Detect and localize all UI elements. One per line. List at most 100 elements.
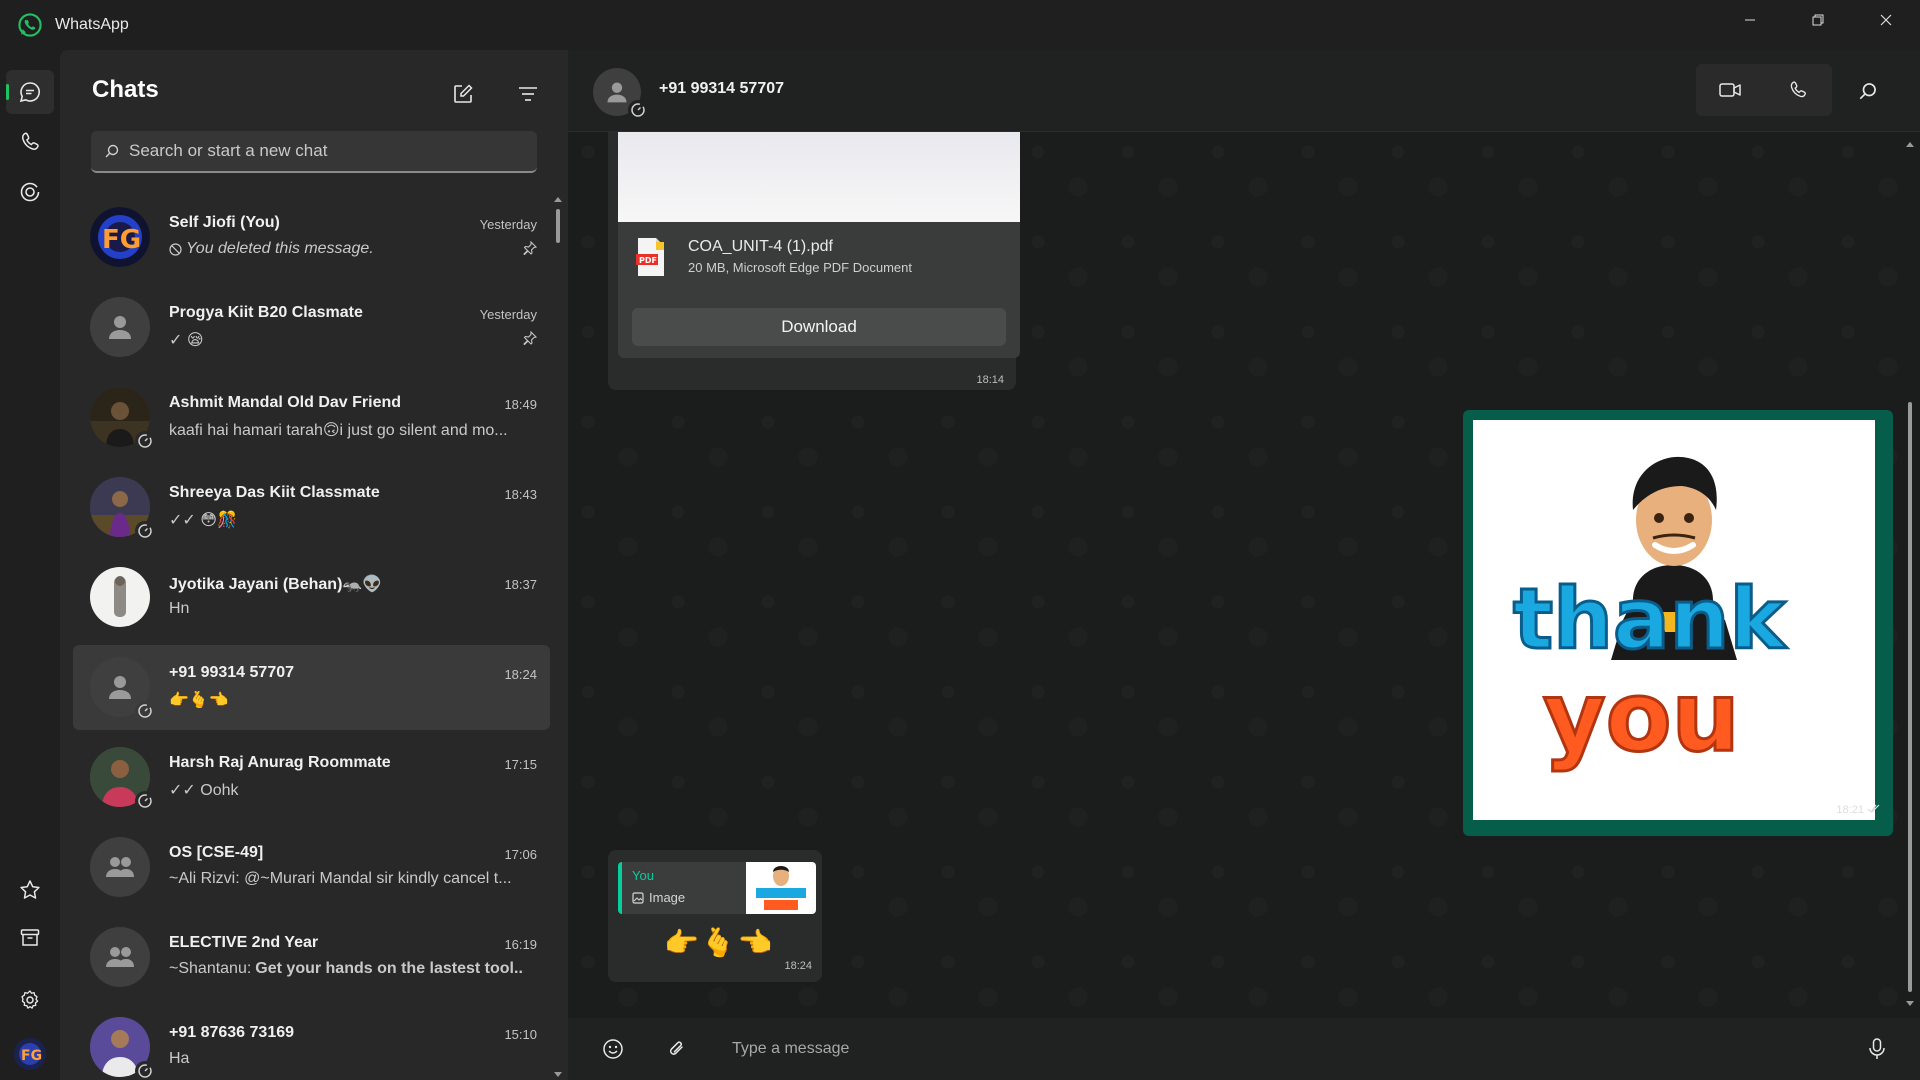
chat-item[interactable]: OS [CSE-49] 17:06 ~Ali Rizvi: @~Murari M… bbox=[73, 825, 550, 910]
chat-preview: ~Ali Rizvi: @~Murari Mandal sir kindly c… bbox=[169, 870, 512, 887]
profile-picture-icon: FG bbox=[14, 1038, 46, 1070]
whatsapp-window: WhatsApp FG Chats Search or start a new … bbox=[0, 0, 1920, 1080]
status-indicator bbox=[135, 431, 155, 451]
scroll-thumb[interactable] bbox=[556, 209, 560, 243]
document-filename: COA_UNIT-4 (1).pdf bbox=[688, 238, 833, 255]
chat-time: 16:19 bbox=[504, 937, 537, 952]
video-call-button[interactable] bbox=[1696, 64, 1764, 116]
close-icon bbox=[1880, 14, 1892, 26]
chat-item[interactable]: +91 87636 73169 15:10 Ha bbox=[73, 1005, 550, 1080]
chat-preview: Hn bbox=[169, 600, 190, 617]
chats-icon bbox=[19, 82, 40, 103]
search-in-chat-button[interactable] bbox=[1850, 73, 1886, 109]
scroll-thumb[interactable] bbox=[1908, 402, 1912, 992]
status-ring-icon bbox=[138, 794, 152, 808]
chat-name: OS [CSE-49] bbox=[169, 844, 264, 861]
window-controls bbox=[1716, 0, 1920, 40]
message-time: 18:21 bbox=[1836, 804, 1881, 816]
scroll-down-icon bbox=[1906, 1001, 1914, 1006]
document-card[interactable]: PDF COA_UNIT-4 (1).pdf 20 MB, Microsoft … bbox=[618, 222, 1020, 358]
chat-item-selected[interactable]: +91 99314 57707 18:24 👉🫰👈 bbox=[73, 645, 550, 730]
chat-item[interactable]: FG Self Jiofi (You) Yesterday You delete… bbox=[73, 195, 550, 280]
chat-time: 17:06 bbox=[504, 847, 537, 862]
chat-time: Yesterday bbox=[479, 217, 537, 232]
filter-icon bbox=[519, 87, 537, 101]
chat-name: +91 99314 57707 bbox=[169, 664, 295, 681]
chat-preview: ~Shantanu: Get your hands on the lastest… bbox=[169, 960, 524, 977]
contact-name[interactable]: +91 99314 57707 bbox=[659, 80, 784, 98]
chat-time: 18:37 bbox=[504, 577, 537, 592]
chat-item[interactable]: Progya Kiit B20 Clasmate Yesterday ✓ 😪 bbox=[73, 285, 550, 370]
conversation-scrollbar[interactable] bbox=[1904, 140, 1916, 1010]
chat-name: +91 87636 73169 bbox=[169, 1024, 295, 1041]
svg-text:FG: FG bbox=[102, 225, 141, 255]
rail-chats-button[interactable] bbox=[6, 70, 54, 114]
chat-name: Shreeya Das Kiit Classmate bbox=[169, 484, 380, 501]
rail-starred-button[interactable] bbox=[6, 868, 54, 912]
status-indicator bbox=[135, 1061, 155, 1080]
document-preview-image[interactable] bbox=[618, 132, 1020, 222]
message-input[interactable]: Type a message bbox=[732, 1034, 1782, 1064]
quoted-message[interactable]: You Image bbox=[618, 862, 816, 914]
status-ring-icon bbox=[631, 103, 645, 117]
app-title: WhatsApp bbox=[55, 16, 129, 33]
chat-list-scrollbar[interactable] bbox=[553, 195, 563, 1080]
default-user-icon bbox=[109, 676, 131, 699]
status-ring-icon bbox=[138, 704, 152, 718]
image-icon bbox=[632, 891, 644, 904]
contact-photo-icon bbox=[90, 567, 150, 627]
minimize-button[interactable] bbox=[1716, 0, 1784, 40]
chat-preview: ✓✓ Oohk bbox=[169, 782, 239, 799]
chats-title: Chats bbox=[92, 76, 159, 103]
search-icon bbox=[1859, 83, 1876, 100]
svg-text:thank: thank bbox=[1513, 570, 1787, 668]
title-bar: WhatsApp bbox=[0, 0, 1920, 50]
chat-name: Progya Kiit B20 Clasmate bbox=[169, 304, 363, 321]
navigation-rail: FG bbox=[0, 50, 60, 1080]
status-indicator bbox=[135, 701, 155, 721]
filter-button[interactable] bbox=[510, 76, 546, 112]
profile-avatar[interactable]: FG bbox=[14, 1038, 46, 1070]
rail-archive-button[interactable] bbox=[6, 916, 54, 960]
new-chat-button[interactable] bbox=[445, 76, 481, 112]
emoji-button[interactable] bbox=[596, 1032, 630, 1066]
chat-item[interactable]: Ashmit Mandal Old Dav Friend 18:49 kaafi… bbox=[73, 375, 550, 460]
call-buttons bbox=[1696, 64, 1832, 116]
thank-you-sticker-icon: thank you bbox=[1512, 456, 1789, 775]
deleted-message-icon bbox=[169, 242, 182, 256]
quote-type: Image bbox=[632, 890, 685, 905]
search-icon bbox=[105, 144, 119, 158]
svg-text:you: you bbox=[1543, 661, 1740, 773]
rail-settings-button[interactable] bbox=[6, 978, 54, 1022]
chat-item[interactable]: Jyotika Jayani (Behan)🦡👽 18:37 Hn bbox=[73, 555, 550, 640]
scroll-up-icon bbox=[554, 197, 562, 202]
chat-time: 18:43 bbox=[504, 487, 537, 502]
status-icon bbox=[20, 182, 40, 202]
restore-icon bbox=[1812, 14, 1824, 26]
chat-item[interactable]: Harsh Raj Anurag Roommate 17:15 ✓✓ Oohk bbox=[73, 735, 550, 820]
conversation-panel: +91 99314 57707 PDF COA_UNIT-4 (1).pdf 2… bbox=[568, 50, 1920, 1080]
chat-item[interactable]: Shreeya Das Kiit Classmate 18:43 ✓✓ 😳🎊 bbox=[73, 465, 550, 550]
whatsapp-logo-icon bbox=[18, 13, 42, 37]
gear-icon bbox=[21, 990, 39, 1009]
double-check-icon bbox=[1867, 804, 1880, 813]
download-button[interactable]: Download bbox=[632, 308, 1006, 346]
search-input[interactable]: Search or start a new chat bbox=[91, 131, 537, 173]
sticker-message[interactable]: thank you 18:21 bbox=[1463, 410, 1893, 836]
reply-message[interactable]: You Image 👉🫰👈 18:24 bbox=[608, 850, 822, 982]
chat-item[interactable]: ELECTIVE 2nd Year 16:19 ~Shantanu: Get y… bbox=[73, 915, 550, 1000]
avatar bbox=[90, 927, 150, 987]
rail-calls-button[interactable] bbox=[6, 120, 54, 164]
rail-status-button[interactable] bbox=[6, 170, 54, 214]
message-text: 👉🫰👈 bbox=[664, 927, 775, 958]
voice-call-button[interactable] bbox=[1764, 64, 1832, 116]
attach-button[interactable] bbox=[660, 1032, 694, 1066]
chat-preview: Ha bbox=[169, 1050, 190, 1067]
close-button[interactable] bbox=[1852, 0, 1920, 40]
microphone-icon bbox=[1869, 1038, 1885, 1059]
restore-button[interactable] bbox=[1784, 0, 1852, 40]
voice-message-button[interactable] bbox=[1860, 1032, 1894, 1066]
quote-thumbnail bbox=[746, 862, 816, 914]
document-message: PDF COA_UNIT-4 (1).pdf 20 MB, Microsoft … bbox=[608, 132, 1020, 390]
chat-name: Harsh Raj Anurag Roommate bbox=[169, 754, 391, 771]
